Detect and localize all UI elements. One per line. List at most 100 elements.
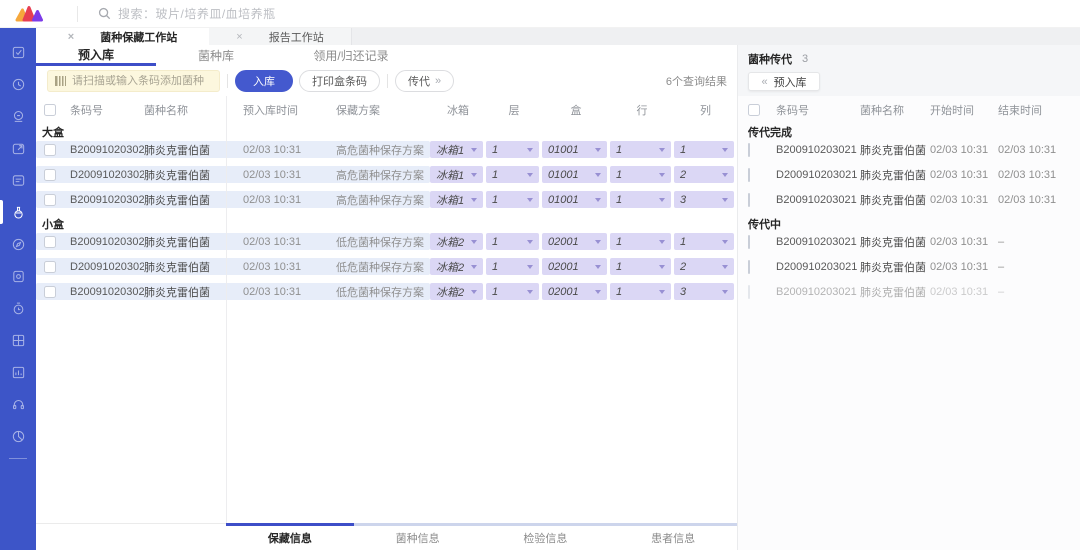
layer-select[interactable]: 1 bbox=[486, 233, 539, 250]
row-checkbox[interactable] bbox=[748, 167, 750, 182]
row-checkbox[interactable] bbox=[44, 260, 56, 273]
close-icon[interactable]: × bbox=[68, 31, 74, 43]
strain-name-cell: 肺炎克雷伯菌 bbox=[144, 258, 226, 275]
chevron-down-icon bbox=[659, 264, 665, 269]
row-checkbox[interactable] bbox=[44, 168, 56, 181]
row-checkbox[interactable] bbox=[748, 192, 750, 207]
sidebar-item-document-settings[interactable] bbox=[0, 260, 36, 292]
sidebar-item-bar-chart[interactable] bbox=[0, 356, 36, 388]
row-checkbox[interactable] bbox=[748, 234, 750, 249]
sidebar-item-clock[interactable] bbox=[0, 68, 36, 100]
row-checkbox[interactable] bbox=[748, 259, 750, 274]
row-select[interactable]: 1 bbox=[610, 283, 671, 300]
box-select[interactable]: 01001 bbox=[542, 141, 607, 158]
tab-preservation-info[interactable]: 保藏信息 bbox=[226, 526, 354, 550]
row-checkbox[interactable] bbox=[44, 143, 56, 156]
col-select[interactable]: 2 bbox=[674, 258, 734, 275]
chevron-down-icon bbox=[471, 147, 477, 152]
chevron-down-icon bbox=[722, 147, 728, 152]
sidebar-item-headset[interactable] bbox=[0, 388, 36, 420]
layer-select[interactable]: 1 bbox=[486, 258, 539, 275]
box-select[interactable]: 02001 bbox=[542, 283, 607, 300]
row-checkbox[interactable] bbox=[44, 235, 56, 248]
sidebar-item-timer[interactable] bbox=[0, 292, 36, 324]
box-select[interactable]: 02001 bbox=[542, 233, 607, 250]
fridge-select[interactable]: 冰箱1 bbox=[430, 191, 483, 208]
window-tab-strain-workstation[interactable]: × 菌种保藏工作站 bbox=[36, 28, 209, 45]
left-table-header: 条码号 菌种名称 预入库时间 保藏方案 冰箱 层 盒 行 列 bbox=[36, 96, 737, 124]
row-checkbox[interactable] bbox=[44, 193, 56, 206]
store-in-button[interactable]: 入库 bbox=[235, 70, 293, 92]
chevron-down-icon bbox=[659, 172, 665, 177]
search-input[interactable] bbox=[118, 6, 338, 21]
sidebar-item-microscope[interactable] bbox=[0, 100, 36, 132]
box-select[interactable]: 01001 bbox=[542, 191, 607, 208]
sidebar-item-compass[interactable] bbox=[0, 228, 36, 260]
row-checkbox[interactable] bbox=[44, 285, 56, 298]
fridge-select[interactable]: 冰箱1 bbox=[430, 141, 483, 158]
chevron-down-icon bbox=[595, 147, 601, 152]
layer-select[interactable]: 1 bbox=[486, 141, 539, 158]
tab-patient-info[interactable]: 患者信息 bbox=[609, 526, 737, 550]
col-select[interactable]: 3 bbox=[674, 191, 734, 208]
tab-strain-info[interactable]: 菌种信息 bbox=[354, 526, 482, 550]
tab-strain-library[interactable]: 菌种库 bbox=[156, 45, 276, 66]
row-select[interactable]: 1 bbox=[610, 191, 671, 208]
fridge-select[interactable]: 冰箱2 bbox=[430, 233, 483, 250]
col-select[interactable]: 3 bbox=[674, 283, 734, 300]
sidebar-item-card[interactable] bbox=[0, 164, 36, 196]
sidebar-item-task[interactable] bbox=[0, 36, 36, 68]
fridge-select[interactable]: 冰箱2 bbox=[430, 258, 483, 275]
sidebar-item-pie-chart[interactable] bbox=[0, 420, 36, 452]
layer-select[interactable]: 1 bbox=[486, 191, 539, 208]
sidebar-item-export[interactable] bbox=[0, 132, 36, 164]
search-icon bbox=[98, 7, 111, 20]
close-icon[interactable]: × bbox=[236, 31, 242, 43]
layer-select[interactable]: 1 bbox=[486, 166, 539, 183]
app-logo-icon bbox=[15, 5, 43, 21]
box-select[interactable]: 01001 bbox=[542, 166, 607, 183]
box-select[interactable]: 02001 bbox=[542, 258, 607, 275]
row-select[interactable]: 1 bbox=[610, 233, 671, 250]
select-all-checkbox[interactable] bbox=[44, 104, 56, 116]
window-tab-report-workstation[interactable]: × 报告工作站 bbox=[209, 28, 352, 45]
sidebar-item-storage-grid[interactable] bbox=[0, 324, 36, 356]
col-select[interactable]: 1 bbox=[674, 141, 734, 158]
passage-button[interactable]: 传代 » bbox=[395, 70, 455, 92]
barcode-scan-field[interactable] bbox=[47, 70, 220, 92]
row-select[interactable]: 1 bbox=[610, 166, 671, 183]
back-to-pre-storage-button[interactable]: « 预入库 bbox=[748, 72, 820, 91]
table-row: B200910203021 肺炎克雷伯菌 02/03 10:31 低危菌种保存方… bbox=[36, 233, 737, 250]
top-bar bbox=[0, 0, 1080, 28]
row-checkbox[interactable] bbox=[748, 284, 750, 299]
table-row: B200910203021 肺炎克雷伯菌 02/03 10:31 低危菌种保存方… bbox=[36, 283, 737, 300]
row-checkbox[interactable] bbox=[748, 142, 750, 157]
toolbar: 入库 打印盒条码 传代 » 6个查询结果 bbox=[36, 66, 737, 96]
sidebar-item-flask-active[interactable] bbox=[0, 196, 36, 228]
tab-pre-storage[interactable]: 预入库 bbox=[36, 45, 156, 66]
strain-name-cell: 肺炎克雷伯菌 bbox=[860, 144, 926, 157]
footer-divider-line bbox=[36, 523, 226, 524]
global-search[interactable] bbox=[98, 6, 338, 21]
fridge-select[interactable]: 冰箱1 bbox=[430, 166, 483, 183]
tab-inspection-info[interactable]: 检验信息 bbox=[482, 526, 610, 550]
plan-cell: 高危菌种保存方案 bbox=[333, 141, 430, 158]
strain-passage-panel: 菌种传代 3 « 预入库 条码号 菌种名称 开始时间 结束时间 传代完成 B20… bbox=[737, 45, 1080, 550]
microscope-icon bbox=[13, 110, 23, 122]
row-select[interactable]: 1 bbox=[610, 258, 671, 275]
select-all-checkbox[interactable] bbox=[748, 104, 760, 116]
print-box-barcode-button[interactable]: 打印盒条码 bbox=[299, 70, 380, 92]
barcode-cell: D200910203021 bbox=[776, 168, 858, 181]
strain-name-cell: 肺炎克雷伯菌 bbox=[860, 261, 926, 274]
fridge-select[interactable]: 冰箱2 bbox=[430, 283, 483, 300]
row-select[interactable]: 1 bbox=[610, 141, 671, 158]
card-icon bbox=[12, 174, 24, 186]
col-select[interactable]: 1 bbox=[674, 233, 734, 250]
col-select[interactable]: 2 bbox=[674, 166, 734, 183]
start-time-cell: 02/03 10:31 bbox=[930, 260, 989, 273]
bar-chart-icon bbox=[12, 366, 24, 378]
col-header-col: 列 bbox=[700, 105, 711, 117]
barcode-scan-input[interactable] bbox=[72, 75, 212, 87]
layer-select[interactable]: 1 bbox=[486, 283, 539, 300]
tab-borrow-return-records[interactable]: 领用/归还记录 bbox=[276, 45, 426, 66]
